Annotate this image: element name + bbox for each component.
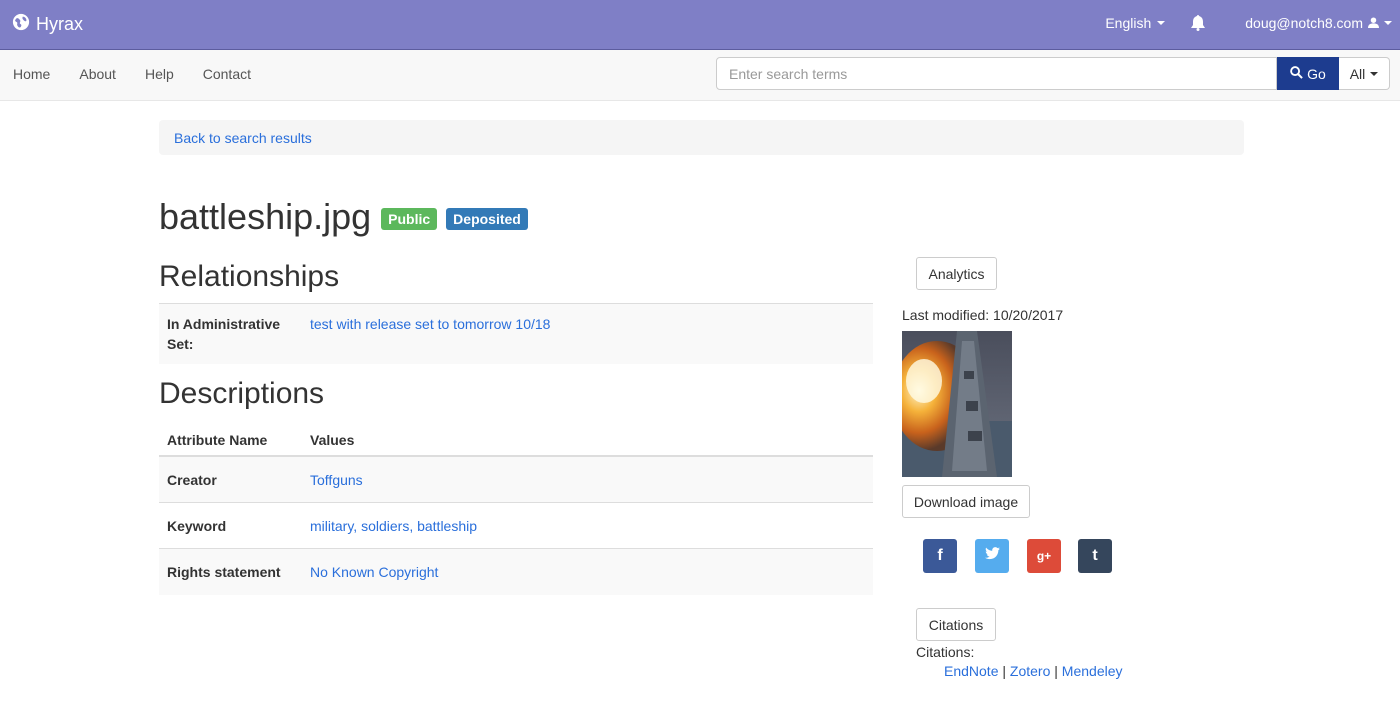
brand-link[interactable]: Hyrax	[12, 13, 83, 36]
relationships-table: In Administrative Set: test with release…	[159, 303, 873, 364]
user-menu[interactable]: doug@notch8.com	[1245, 15, 1392, 31]
descriptions-heading: Descriptions	[159, 377, 325, 410]
user-icon	[1368, 15, 1379, 31]
table-header: Attribute Name Values	[159, 420, 873, 457]
nav-contact[interactable]: Contact	[203, 66, 251, 82]
google-plus-share-button[interactable]: g+	[1027, 539, 1061, 573]
table-row: In Administrative Set: test with release…	[159, 304, 873, 364]
citation-links: EndNote | Zotero | Mendeley	[944, 663, 1123, 679]
tumblr-share-button[interactable]: t	[1078, 539, 1112, 573]
nav-home[interactable]: Home	[13, 66, 50, 82]
chevron-down-icon	[1370, 71, 1379, 76]
row-label: Keyword	[167, 517, 227, 534]
google-plus-icon: g+	[1036, 549, 1052, 563]
nav-help[interactable]: Help	[145, 66, 174, 82]
row-label: Rights statement	[167, 564, 281, 580]
twitter-icon	[984, 547, 1000, 565]
column-header: Values	[310, 432, 355, 448]
nav-about[interactable]: About	[79, 66, 116, 82]
row-label: Creator	[167, 471, 217, 488]
back-to-search-link[interactable]: Back to search results	[174, 130, 312, 146]
status-badge: Deposited	[446, 208, 528, 230]
keyword-link[interactable]: military, soldiers, battleship	[310, 516, 477, 536]
table-row: Creator Toffguns	[159, 457, 873, 503]
descriptions-table: Attribute Name Values Creator Toffguns K…	[159, 420, 873, 595]
bell-icon[interactable]	[1191, 15, 1206, 31]
last-modified: Last modified: 10/20/2017	[902, 307, 1064, 323]
separator: |	[1054, 663, 1062, 679]
admin-set-label: In Administrative Set:	[167, 316, 281, 352]
brand-name: Hyrax	[36, 14, 84, 34]
table-row: Keyword military, soldiers, battleship	[159, 503, 873, 549]
row-label: In Administrative Set:	[167, 314, 310, 354]
search-form: Go All	[716, 57, 1390, 90]
page-title: battleship.jpg	[159, 196, 372, 237]
download-image-button[interactable]: Download image	[902, 485, 1030, 518]
admin-set-link[interactable]: test with release set to tomorrow 10/18	[310, 316, 550, 332]
zotero-link[interactable]: Zotero	[1010, 663, 1050, 679]
facebook-share-button[interactable]: f	[923, 539, 957, 573]
language-label: English	[1105, 15, 1152, 31]
scope-label: All	[1349, 65, 1366, 82]
endnote-link[interactable]: EndNote	[944, 663, 998, 679]
breadcrumb: Back to search results	[159, 120, 1244, 155]
chevron-down-icon	[1157, 21, 1166, 25]
chevron-down-icon	[1384, 21, 1392, 25]
user-email: doug@notch8.com	[1245, 15, 1363, 31]
analytics-button[interactable]: Analytics	[916, 257, 997, 290]
separator: |	[1002, 663, 1010, 679]
rights-link[interactable]: No Known Copyright	[310, 562, 438, 582]
search-icon	[1290, 65, 1303, 82]
table-row: Rights statement No Known Copyright	[159, 549, 873, 595]
language-dropdown[interactable]: English	[1105, 15, 1166, 31]
row-value: test with release set to tomorrow 10/18	[310, 314, 550, 354]
tumblr-icon: t	[1092, 547, 1098, 564]
go-label: Go	[1307, 65, 1326, 82]
search-input[interactable]	[716, 57, 1277, 90]
twitter-share-button[interactable]	[975, 539, 1009, 573]
relationships-heading: Relationships	[159, 260, 340, 293]
top-navbar: Hyrax English doug@notch8.com	[0, 0, 1400, 50]
mendeley-link[interactable]: Mendeley	[1062, 663, 1123, 679]
creator-link[interactable]: Toffguns	[310, 470, 363, 490]
title-row: battleship.jpg Public Deposited	[159, 196, 528, 238]
thumbnail-image[interactable]	[902, 331, 1012, 477]
search-scope-dropdown[interactable]: All	[1339, 57, 1390, 90]
visibility-badge: Public	[381, 208, 438, 230]
search-go-button[interactable]: Go	[1277, 57, 1339, 90]
citations-button[interactable]: Citations	[916, 608, 996, 641]
facebook-icon: f	[937, 547, 943, 564]
globe-icon	[12, 13, 30, 36]
citations-label: Citations:	[916, 644, 975, 660]
column-header: Attribute Name	[167, 432, 268, 448]
